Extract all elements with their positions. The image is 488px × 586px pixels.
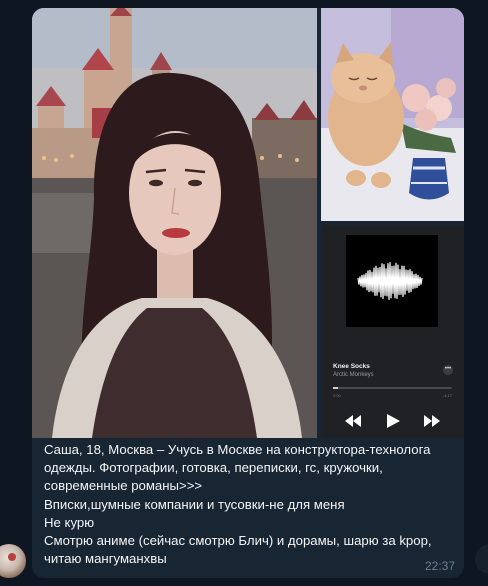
caption-line: читаю мангуманхвы <box>44 551 167 567</box>
caption-line: Смотрю аниме (сейчас смотрю Блич) и дора… <box>44 533 432 549</box>
player-controls <box>321 411 464 431</box>
message-caption: Саша, 18, Москва – Учусь в Москве на кон… <box>44 441 454 568</box>
more-icon[interactable]: ••• <box>443 365 453 375</box>
caption-line: Саша, 18, Москва – Учусь в Москве на кон… <box>44 442 431 457</box>
elapsed-time: 0:00 <box>333 393 341 398</box>
caption-line: Не курю <box>44 514 95 530</box>
scroll-down-button[interactable] <box>475 544 488 574</box>
album-cover <box>346 235 438 327</box>
play-icon[interactable] <box>387 414 400 428</box>
sender-avatar[interactable] <box>0 544 26 578</box>
caption-line: одежды. Фотографии, готовка, переписки, … <box>44 460 383 476</box>
rewind-icon[interactable] <box>345 415 361 427</box>
message-bubble: Knee Socks Arctic Monkeys ••• 0:00 -4:17… <box>32 8 464 578</box>
fast-forward-icon[interactable] <box>424 415 440 427</box>
track-title: Knee Socks <box>333 363 370 370</box>
remaining-time: -4:17 <box>442 393 452 398</box>
photo-music-player[interactable]: Knee Socks Arctic Monkeys ••• 0:00 -4:17 <box>321 225 464 438</box>
photo-portrait[interactable] <box>32 8 317 438</box>
photo-cat[interactable] <box>321 8 464 221</box>
message-time: 22:37 <box>424 559 455 573</box>
caption-line: современные романы>>> <box>44 478 203 494</box>
caption-line: Вписки,шумные компании и тусовки-не для … <box>44 496 345 512</box>
progress-bar[interactable] <box>333 387 452 389</box>
track-artist: Arctic Monkeys <box>333 372 374 378</box>
